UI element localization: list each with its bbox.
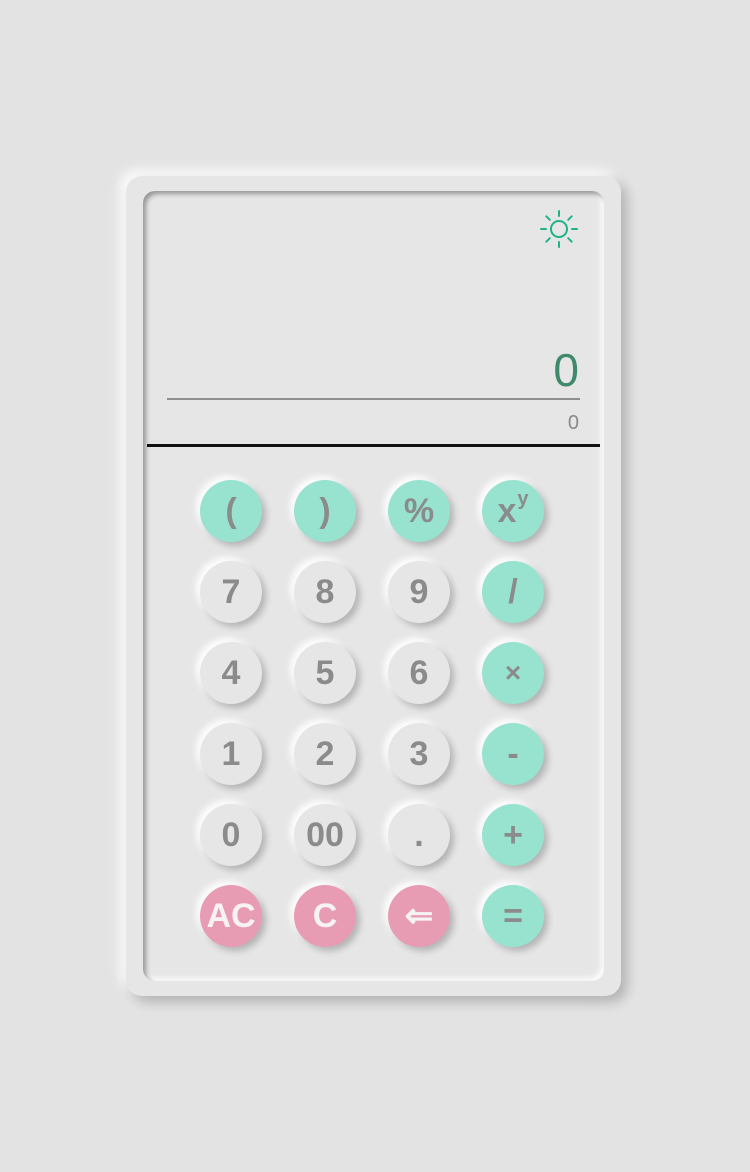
digit-4-button[interactable]: 4 [200, 642, 262, 704]
open-paren-button[interactable]: ( [200, 480, 262, 542]
digit-2-button[interactable]: 2 [294, 723, 356, 785]
result-display: 0 [553, 344, 579, 396]
equals-button[interactable]: = [482, 885, 544, 947]
plus-button[interactable]: + [482, 804, 544, 866]
backspace-button[interactable]: ⇐ [388, 885, 450, 947]
all-clear-button[interactable]: AC [200, 885, 262, 947]
percent-button[interactable]: % [388, 480, 450, 542]
power-base-label: x [497, 491, 517, 530]
minus-button[interactable]: - [482, 723, 544, 785]
digit-1-button[interactable]: 1 [200, 723, 262, 785]
divide-button[interactable]: / [482, 561, 544, 623]
calculator-body: 0 0 ( ) % xy 7 8 9 / 4 5 6 × 1 2 3 - 0 0… [143, 191, 604, 981]
expression-display: 0 [567, 412, 579, 434]
digit-6-button[interactable]: 6 [388, 642, 450, 704]
digit-0-button[interactable]: 0 [200, 804, 262, 866]
digit-7-button[interactable]: 7 [200, 561, 262, 623]
digit-8-button[interactable]: 8 [294, 561, 356, 623]
decimal-button[interactable]: . [388, 804, 450, 866]
clear-button[interactable]: C [294, 885, 356, 947]
multiply-button[interactable]: × [482, 642, 544, 704]
double-zero-button[interactable]: 00 [294, 804, 356, 866]
display-divider [167, 398, 580, 400]
display-keypad-divider [147, 444, 600, 447]
sun-icon[interactable] [539, 209, 579, 249]
close-paren-button[interactable]: ) [294, 480, 356, 542]
power-button[interactable]: xy [482, 480, 544, 542]
digit-5-button[interactable]: 5 [294, 642, 356, 704]
calculator-frame: 0 0 ( ) % xy 7 8 9 / 4 5 6 × 1 2 3 - 0 0… [126, 176, 621, 996]
digit-3-button[interactable]: 3 [388, 723, 450, 785]
digit-9-button[interactable]: 9 [388, 561, 450, 623]
power-exponent-label: y [517, 487, 529, 510]
